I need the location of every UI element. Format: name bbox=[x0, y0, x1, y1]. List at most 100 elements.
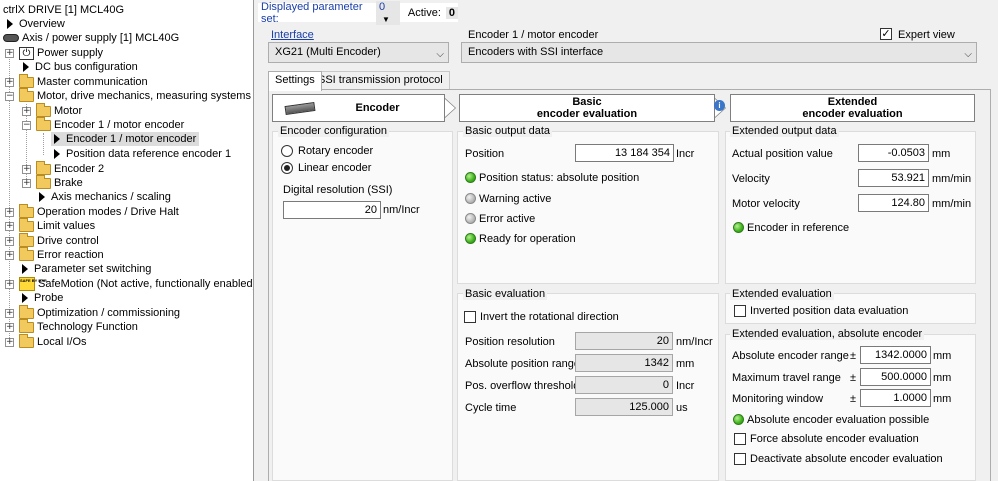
arrow-right-icon bbox=[54, 149, 60, 159]
motor-velocity-field: 124.80 bbox=[858, 194, 929, 212]
max-travel-range-label: Maximum travel range bbox=[732, 372, 841, 384]
absolute-position-range-label: Absolute position range bbox=[465, 358, 580, 370]
tree-item-local-ios[interactable]: Local I/Os bbox=[19, 333, 87, 349]
motor-velocity-label: Motor velocity bbox=[732, 198, 800, 210]
cycle-time-unit: us bbox=[676, 402, 688, 414]
expand-icon[interactable]: + bbox=[5, 309, 14, 318]
tree-label: Power supply bbox=[37, 47, 104, 59]
rotary-encoder-radio[interactable] bbox=[281, 145, 293, 157]
paramset-value: 0 bbox=[378, 0, 386, 13]
extended-evaluation-header: Extended encoder evaluation bbox=[730, 94, 975, 122]
extended-header-line2: encoder evaluation bbox=[802, 108, 903, 120]
tree-item-limit-values[interactable]: Limit values bbox=[19, 217, 95, 233]
tree-line bbox=[43, 133, 44, 155]
deactivate-absolute-evaluation-checkbox[interactable] bbox=[734, 453, 746, 465]
tree-label: Brake bbox=[54, 177, 83, 189]
encoder-header-label: Encoder bbox=[355, 102, 400, 114]
paramset-label: Displayed parameter set: bbox=[261, 0, 363, 25]
tree-item-axis[interactable]: Axis / power supply [1] MCL40G bbox=[3, 31, 179, 45]
absolute-encoder-range-label: Absolute encoder range bbox=[732, 350, 849, 362]
position-resolution-field: 20 bbox=[575, 332, 673, 350]
tree-item-optimization[interactable]: Optimization / commissioning bbox=[19, 304, 180, 320]
warning-label: Warning active bbox=[479, 193, 552, 205]
folder-icon bbox=[36, 174, 51, 189]
basic-output-title: Basic output data bbox=[463, 125, 553, 137]
invert-direction-checkbox[interactable] bbox=[464, 311, 476, 323]
tree-label: Technology Function bbox=[37, 321, 138, 333]
collapse-icon[interactable]: − bbox=[22, 121, 31, 130]
actual-position-unit: mm bbox=[932, 148, 951, 160]
expert-view-checkbox[interactable]: ✓ bbox=[880, 28, 892, 40]
expand-icon[interactable]: + bbox=[5, 222, 14, 231]
interface-link[interactable]: Interface bbox=[271, 29, 314, 41]
encoder-device-icon bbox=[284, 101, 316, 116]
inverted-position-data-label: Inverted position data evaluation bbox=[750, 305, 909, 317]
absolute-evaluation-possible-led bbox=[733, 414, 744, 425]
tree-item-encoder1-motor-encoder[interactable]: Encoder 1 / motor encoder bbox=[51, 132, 200, 146]
linear-encoder-radio[interactable] bbox=[281, 162, 293, 174]
tree-item-safemotion[interactable]: SAFE BY RXR SafeMotion (Not active, func… bbox=[19, 277, 253, 291]
tree-label: Axis mechanics / scaling bbox=[51, 191, 171, 203]
arrow-right-icon bbox=[22, 264, 28, 274]
actual-position-label: Actual position value bbox=[732, 148, 833, 160]
tree-item-parameter-set-switching[interactable]: Parameter set switching bbox=[19, 262, 151, 276]
expand-icon[interactable]: + bbox=[5, 323, 14, 332]
encoder-type-select[interactable]: Encoders with SSI interface ⌵ bbox=[461, 42, 977, 63]
tree-item-drive-control[interactable]: Drive control bbox=[19, 232, 99, 248]
tree-item-overview[interactable]: Overview bbox=[4, 17, 65, 31]
digital-resolution-label: Digital resolution (SSI) bbox=[283, 184, 393, 196]
tree-label: Master communication bbox=[37, 76, 148, 88]
extended-header-line1: Extended bbox=[827, 96, 878, 108]
position-unit: Incr bbox=[676, 148, 695, 160]
force-absolute-evaluation-checkbox[interactable] bbox=[734, 433, 746, 445]
expand-icon[interactable]: + bbox=[5, 208, 14, 217]
expand-icon[interactable]: + bbox=[5, 280, 14, 289]
velocity-label: Velocity bbox=[732, 173, 770, 185]
expand-icon[interactable]: + bbox=[5, 78, 14, 87]
paramset-select[interactable]: 0 ▼ bbox=[375, 0, 400, 25]
expand-icon[interactable]: + bbox=[22, 179, 31, 188]
absolute-encoder-range-field[interactable]: 1342.0000 bbox=[860, 346, 931, 364]
tree-label: DC bus configuration bbox=[35, 61, 138, 73]
tree-label: Encoder 1 / motor encoder bbox=[54, 119, 185, 131]
tree-label: Drive control bbox=[37, 235, 99, 247]
tree-item-power-supply[interactable]: ⏻ Power supply bbox=[19, 46, 103, 60]
tree-item-error-reaction[interactable]: Error reaction bbox=[19, 246, 104, 262]
folder-icon bbox=[19, 217, 34, 232]
navigation-tree[interactable]: ctrlX DRIVE [1] MCL40G Overview Axis / p… bbox=[0, 0, 254, 481]
tree-item-master-communication[interactable]: Master communication bbox=[19, 73, 148, 89]
folder-icon bbox=[36, 116, 51, 131]
max-travel-range-field[interactable]: 500.0000 bbox=[860, 368, 931, 386]
tab-label: Settings bbox=[275, 74, 315, 86]
expand-icon[interactable]: + bbox=[5, 338, 14, 347]
tree-item-operation-modes[interactable]: Operation modes / Drive Halt bbox=[19, 203, 179, 219]
info-icon[interactable]: i bbox=[714, 100, 725, 111]
expand-icon[interactable]: + bbox=[22, 107, 31, 116]
digital-resolution-field[interactable]: 20 bbox=[283, 201, 381, 219]
tab-ssi-transmission-protocol[interactable]: SSI transmission protocol bbox=[311, 71, 450, 90]
expand-icon[interactable]: + bbox=[5, 237, 14, 246]
tree-item-encoder2[interactable]: Encoder 2 bbox=[36, 160, 104, 176]
position-label: Position bbox=[465, 148, 505, 160]
expand-icon[interactable]: + bbox=[22, 165, 31, 174]
tree-item-encoder1-folder[interactable]: Encoder 1 / motor encoder bbox=[36, 116, 185, 132]
tree-item-position-data-reference[interactable]: Position data reference encoder 1 bbox=[51, 147, 231, 161]
encoder-in-reference-label: Encoder in reference bbox=[747, 222, 850, 234]
tree-item-probe[interactable]: Probe bbox=[19, 291, 63, 305]
tree-item-technology-function[interactable]: Technology Function bbox=[19, 318, 138, 334]
expand-icon[interactable]: + bbox=[5, 49, 14, 58]
tab-settings[interactable]: Settings bbox=[268, 71, 322, 91]
position-resolution-label: Position resolution bbox=[465, 336, 555, 348]
collapse-icon[interactable]: − bbox=[5, 92, 14, 101]
velocity-field: 53.921 bbox=[858, 169, 929, 187]
tree-item-motor-drive-mechanics[interactable]: Motor, drive mechanics, measuring system… bbox=[19, 87, 251, 103]
inverted-position-data-checkbox[interactable] bbox=[734, 305, 746, 317]
tree-item-dc-bus[interactable]: DC bus configuration bbox=[20, 60, 138, 74]
tree-item-brake[interactable]: Brake bbox=[36, 174, 83, 190]
encoder-label: Encoder 1 / motor encoder bbox=[468, 29, 599, 41]
expand-icon[interactable]: + bbox=[5, 251, 14, 260]
monitoring-window-field[interactable]: 1.0000 bbox=[860, 389, 931, 407]
tree-item-axis-mechanics[interactable]: Axis mechanics / scaling bbox=[36, 190, 171, 204]
interface-select[interactable]: XG21 (Multi Encoder) ⌵ bbox=[268, 42, 449, 63]
tree-item-drive[interactable]: ctrlX DRIVE [1] MCL40G bbox=[3, 3, 124, 17]
